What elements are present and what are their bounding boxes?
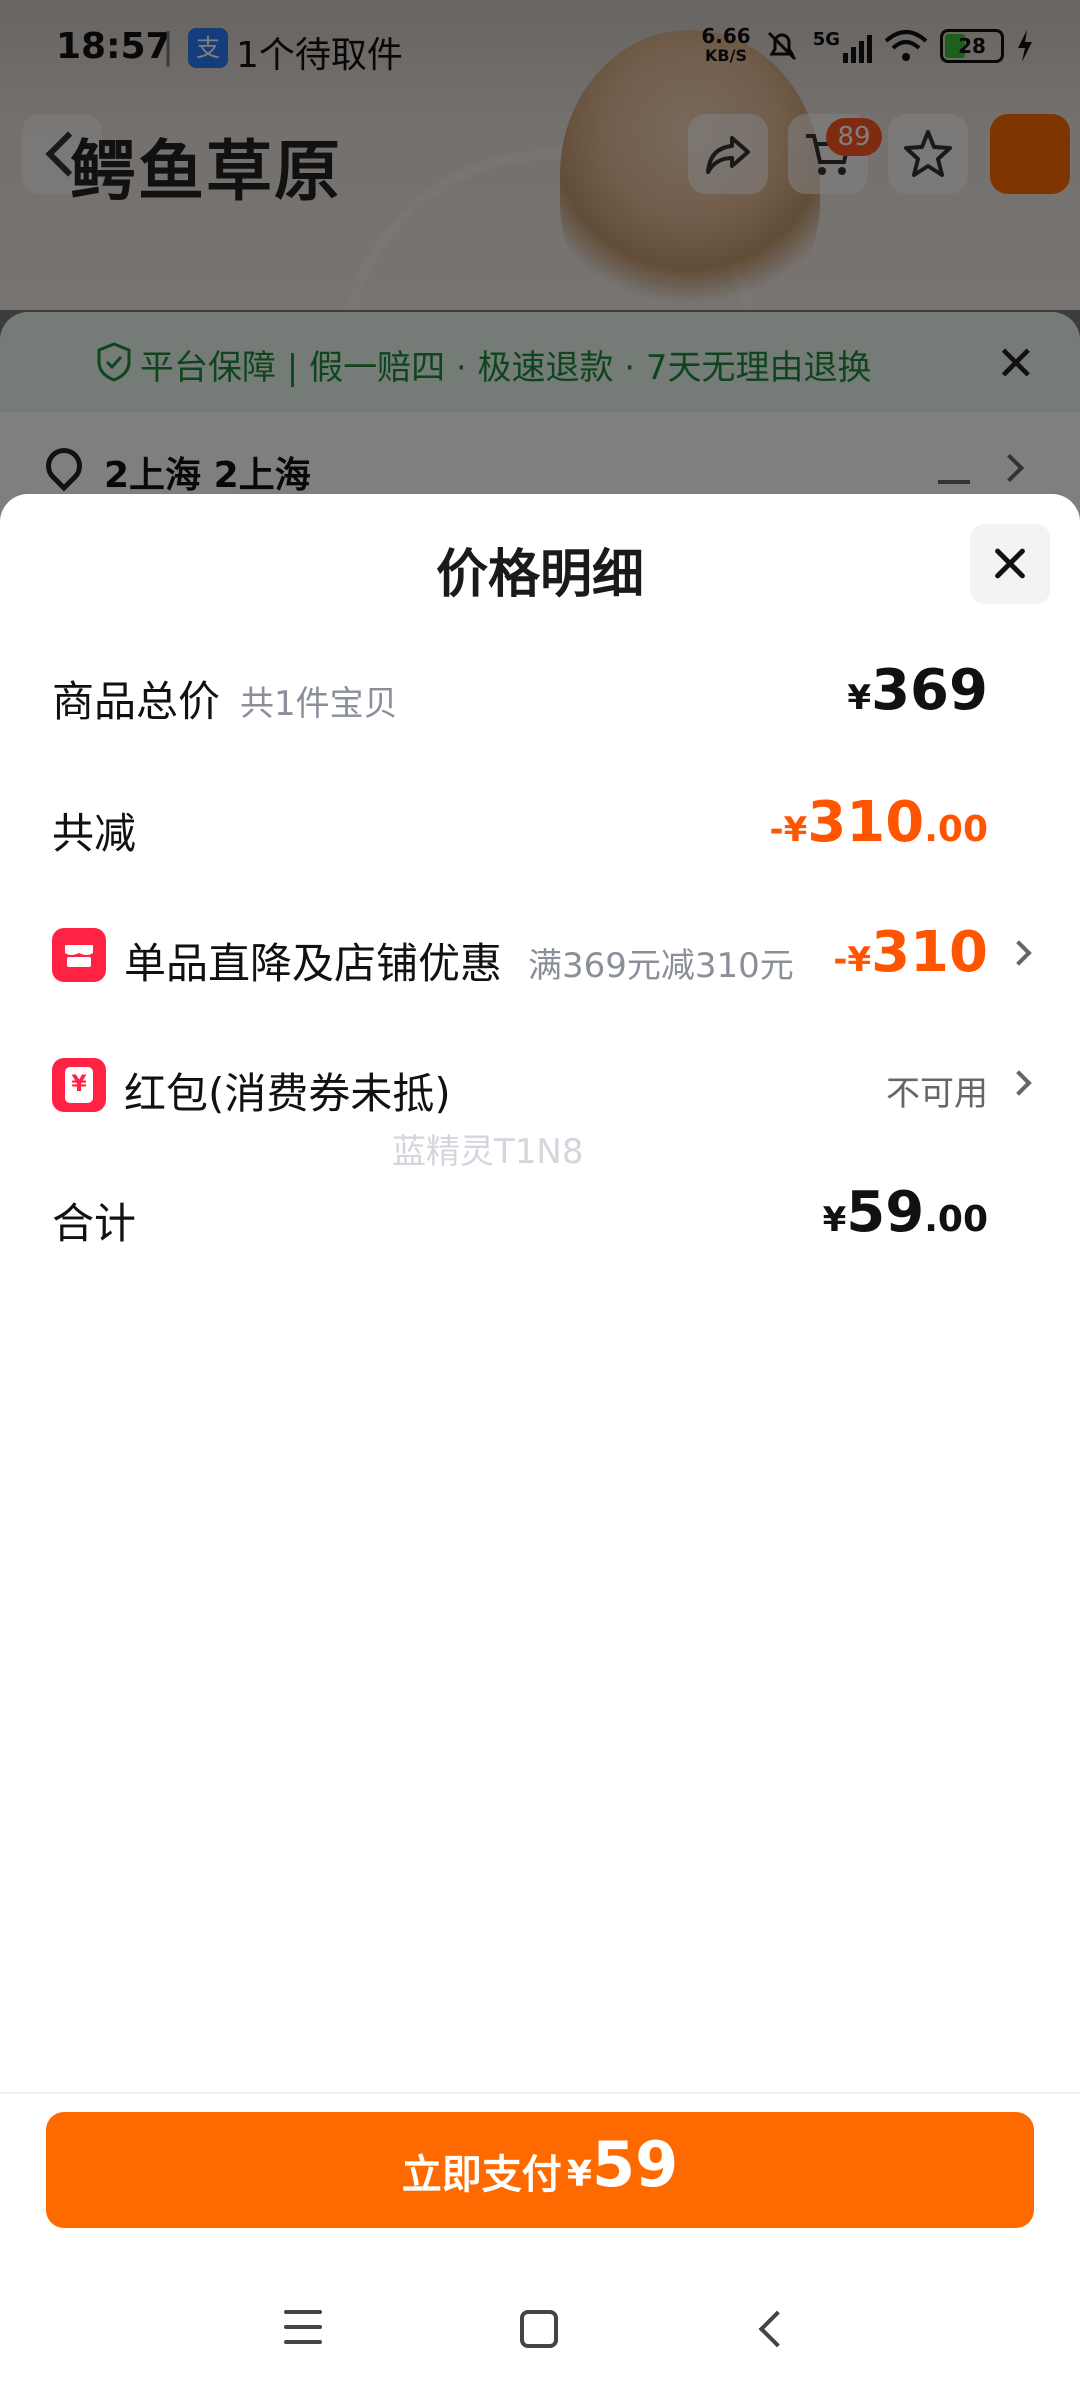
red-packet-status: 不可用 xyxy=(886,1074,988,1114)
total-price-label: 商品总价 xyxy=(52,677,221,726)
discount-value: -¥310.00 xyxy=(769,790,988,855)
discount-label: 共减 xyxy=(52,809,137,858)
total-price-value: ¥369 xyxy=(847,658,988,723)
store-promo-rule: 满369元减310元 xyxy=(528,946,794,986)
home-icon[interactable] xyxy=(520,2310,558,2348)
row-discount: 共减 -¥310.00 xyxy=(52,784,1028,864)
chevron-right-icon xyxy=(1006,1070,1032,1096)
bottom-divider xyxy=(0,2092,1080,2094)
store-icon xyxy=(52,928,106,982)
row-total-price: 商品总价 共1件宝贝 ¥369 xyxy=(52,652,1028,732)
store-promo-value: -¥310 xyxy=(833,920,988,985)
store-promo-label: 单品直降及店铺优惠 xyxy=(124,939,503,988)
red-packet-icon: ¥ xyxy=(52,1058,106,1112)
watermark: 蓝精灵T1N8 xyxy=(392,1132,584,1172)
menu-icon[interactable] xyxy=(284,2310,322,2344)
sheet-title: 价格明细 xyxy=(435,545,644,605)
row-sum: 合计 ¥59.00 xyxy=(52,1174,1028,1254)
chevron-right-icon xyxy=(1006,940,1032,966)
sum-value: ¥59.00 xyxy=(822,1180,988,1245)
pay-button-yen: ¥ xyxy=(566,2154,592,2195)
close-button[interactable] xyxy=(970,524,1050,604)
item-count: 共1件宝贝 xyxy=(240,684,398,724)
system-nav-bar xyxy=(0,2266,1080,2400)
row-store-promo[interactable]: 单品直降及店铺优惠 满369元减310元 -¥310 xyxy=(52,914,1032,994)
pay-now-button[interactable]: 立即支付 ¥59 xyxy=(46,2112,1034,2228)
back-icon[interactable] xyxy=(758,2310,796,2348)
pay-button-label: 立即支付 xyxy=(401,2152,562,2198)
pay-button-amount: 59 xyxy=(591,2128,679,2201)
red-packet-label: 红包(消费券未抵) xyxy=(124,1069,451,1118)
row-red-packet[interactable]: ¥ 红包(消费券未抵) 不可用 xyxy=(52,1044,1032,1124)
sum-label: 合计 xyxy=(52,1199,137,1248)
